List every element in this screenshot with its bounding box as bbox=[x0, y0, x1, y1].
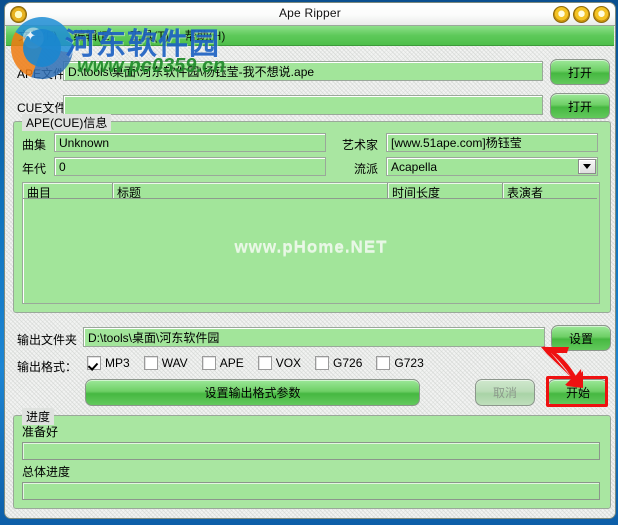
artist-label: 艺术家 bbox=[342, 138, 379, 152]
current-progress-bar bbox=[22, 442, 600, 460]
checkbox-wav[interactable]: WAV bbox=[143, 356, 188, 370]
output-format-label: 输出格式： bbox=[17, 360, 78, 374]
album-input[interactable]: Unknown bbox=[54, 133, 326, 152]
total-progress-bar bbox=[22, 482, 600, 500]
checkbox-wav-box[interactable] bbox=[143, 356, 158, 370]
ape-open-button[interactable]: 打开 bbox=[550, 59, 610, 85]
checkbox-g726-label: G726 bbox=[333, 356, 363, 370]
checkbox-g726[interactable]: G726 bbox=[315, 356, 362, 370]
genre-label: 流派 bbox=[354, 162, 379, 176]
close-button[interactable] bbox=[593, 6, 610, 23]
genre-combobox[interactable]: Acapella bbox=[386, 157, 598, 176]
menu-help[interactable]: 帮助(H) bbox=[177, 25, 234, 46]
format-params-button[interactable]: 设置输出格式参数 bbox=[85, 379, 420, 406]
total-progress-label: 总体进度 bbox=[22, 465, 71, 479]
checkbox-wav-label: WAV bbox=[161, 356, 188, 370]
checkbox-g723[interactable]: G723 bbox=[376, 356, 424, 370]
column-duration[interactable]: 时间长度 bbox=[388, 183, 503, 199]
ape-file-input[interactable]: D:\tools\桌面\河东软件园\杨钰莹-我不想说.ape bbox=[63, 61, 543, 81]
window-title: Ape Ripper bbox=[278, 6, 342, 20]
column-performer[interactable]: 表演者 bbox=[503, 183, 597, 199]
window-controls bbox=[553, 6, 610, 23]
genre-value: Acapella bbox=[391, 159, 438, 174]
checkbox-vox-box[interactable] bbox=[257, 356, 272, 370]
menu-edit[interactable]: 编辑(E) bbox=[65, 25, 121, 46]
checkbox-ape-label: APE bbox=[219, 356, 244, 370]
checkbox-mp3-label: MP3 bbox=[105, 356, 130, 370]
track-list[interactable]: 曲目 标题 时间长度 表演者 www.pHome.NET bbox=[22, 182, 600, 304]
output-format-options: MP3 WAV APE VOX G726 G723 bbox=[87, 356, 438, 370]
artist-input[interactable]: [www.51ape.com]杨钰莹 bbox=[386, 133, 598, 152]
ape-info-group: APE(CUE)信息 曲集 Unknown 艺术家 [www.51ape.com… bbox=[13, 114, 611, 313]
app-window: Ape Ripper 文件(F) 编辑(E) 工具(T) 帮助(H) APE文件… bbox=[4, 2, 616, 519]
cue-open-button[interactable]: 打开 bbox=[550, 93, 610, 119]
year-input[interactable]: 0 bbox=[54, 157, 326, 176]
checkbox-ape[interactable]: APE bbox=[201, 356, 244, 370]
output-folder-label: 输出文件夹 bbox=[17, 333, 78, 347]
menu-file[interactable]: 文件(F) bbox=[10, 25, 65, 46]
checkbox-mp3-box[interactable] bbox=[87, 356, 101, 370]
checkbox-vox-label: VOX bbox=[275, 356, 302, 370]
checkbox-mp3[interactable]: MP3 bbox=[87, 356, 130, 370]
checkbox-ape-box[interactable] bbox=[201, 356, 216, 370]
title-bar: Ape Ripper bbox=[5, 3, 615, 26]
checkbox-g726-box[interactable] bbox=[315, 356, 330, 370]
menu-tools[interactable]: 工具(T) bbox=[121, 25, 176, 46]
cancel-button[interactable]: 取消 bbox=[475, 379, 535, 406]
checkbox-g723-label: G723 bbox=[394, 356, 424, 370]
checkbox-vox[interactable]: VOX bbox=[257, 356, 302, 370]
track-list-header: 曲目 标题 时间长度 表演者 bbox=[23, 183, 599, 199]
output-folder-settings-button[interactable]: 设置 bbox=[551, 325, 611, 351]
cue-file-input[interactable] bbox=[63, 95, 543, 115]
minimize-button[interactable] bbox=[553, 6, 570, 23]
year-label: 年代 bbox=[22, 162, 47, 176]
track-list-body[interactable]: www.pHome.NET bbox=[23, 199, 599, 303]
checkbox-g723-box[interactable] bbox=[376, 356, 391, 370]
album-label: 曲集 bbox=[22, 138, 47, 152]
column-title[interactable]: 标题 bbox=[113, 183, 388, 199]
ape-file-label: APE文件 bbox=[17, 67, 66, 81]
maximize-button[interactable] bbox=[573, 6, 590, 23]
ape-info-group-title: APE(CUE)信息 bbox=[22, 114, 112, 131]
start-button[interactable]: 开始 bbox=[548, 379, 608, 406]
output-folder-input[interactable]: D:\tools\桌面\河东软件园 bbox=[83, 327, 545, 347]
menu-bar: 文件(F) 编辑(E) 工具(T) 帮助(H) bbox=[6, 26, 614, 46]
chevron-down-icon[interactable] bbox=[578, 159, 596, 174]
list-watermark: www.pHome.NET bbox=[234, 237, 388, 256]
column-track[interactable]: 曲目 bbox=[23, 183, 113, 199]
progress-group: 进度 准备好 总体进度 bbox=[13, 408, 611, 509]
current-progress-label: 准备好 bbox=[22, 425, 59, 439]
